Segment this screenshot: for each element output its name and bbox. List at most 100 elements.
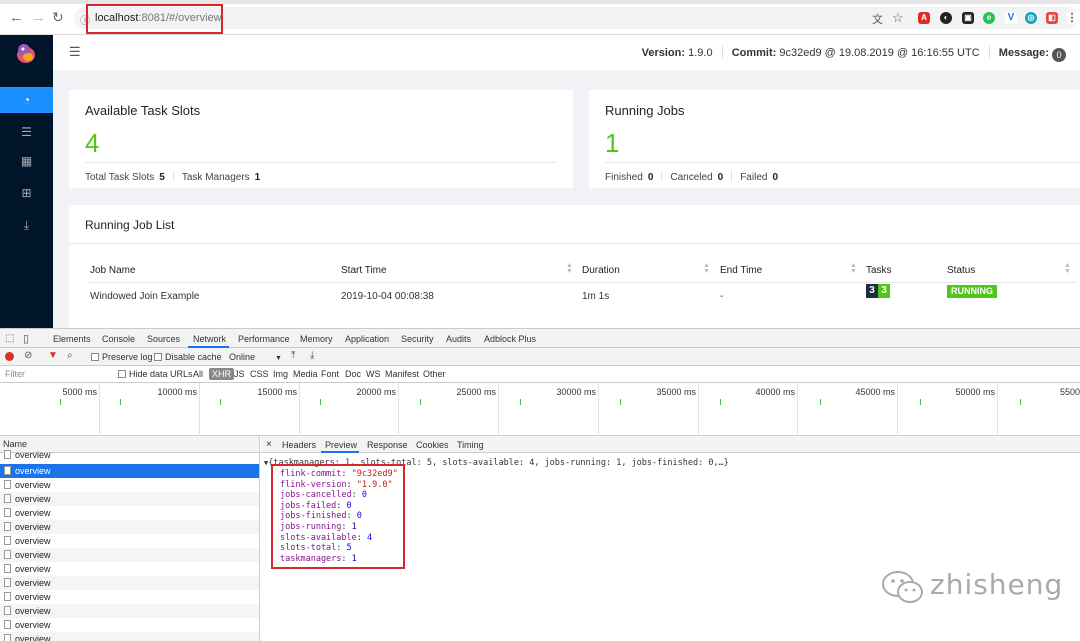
- tab-elements[interactable]: Elements: [53, 334, 91, 344]
- message-badge[interactable]: 0: [1052, 48, 1066, 62]
- url-host: localhost: [95, 12, 139, 24]
- extension-icon[interactable]: V: [1005, 12, 1017, 24]
- preserve-log-checkbox[interactable]: Preserve log: [91, 352, 153, 362]
- menu-fold-icon[interactable]: ☰: [69, 44, 81, 60]
- tab-response[interactable]: Response: [367, 440, 408, 450]
- column-header-status[interactable]: Status: [947, 265, 975, 276]
- list-item[interactable]: overview: [0, 576, 259, 590]
- filter-type-media[interactable]: Media: [293, 369, 318, 379]
- url-text[interactable]: localhost:8081/#/overview: [95, 12, 222, 24]
- list-item[interactable]: overview: [0, 534, 259, 548]
- forward-icon[interactable]: →: [31, 10, 46, 25]
- task-count-badge: 3: [866, 284, 878, 298]
- translate-icon[interactable]: 文: [872, 11, 883, 27]
- filter-type-manifest[interactable]: Manifest: [385, 369, 419, 379]
- tab-audits[interactable]: Audits: [446, 334, 471, 344]
- filter-type-ws[interactable]: WS: [366, 369, 381, 379]
- filter-type-all[interactable]: All: [193, 369, 203, 379]
- tab-headers[interactable]: Headers: [282, 440, 316, 450]
- import-har-icon[interactable]: ⤒: [291, 350, 295, 361]
- filter-type-js[interactable]: JS: [234, 369, 245, 379]
- sidebar-item-task-managers[interactable]: ⊞: [0, 180, 53, 206]
- list-item[interactable]: overview: [0, 478, 259, 492]
- tab-preview[interactable]: Preview: [325, 440, 357, 450]
- tab-sources[interactable]: Sources: [147, 334, 180, 344]
- export-har-icon[interactable]: ⤓: [310, 350, 314, 361]
- hide-data-urls-checkbox[interactable]: Hide data URLs: [118, 369, 193, 379]
- filter-type-other[interactable]: Other: [423, 369, 446, 379]
- list-item[interactable]: overview: [0, 520, 259, 534]
- tab-console[interactable]: Console: [102, 334, 135, 344]
- sort-icon[interactable]: ▲ ▼: [703, 262, 710, 275]
- sort-icon[interactable]: ▲ ▼: [850, 262, 857, 275]
- record-icon[interactable]: [5, 352, 14, 361]
- clear-icon[interactable]: ⊘: [24, 350, 32, 361]
- filter-type-font[interactable]: Font: [321, 369, 339, 379]
- extension-icon[interactable]: ◎: [1025, 12, 1037, 24]
- watermark-text: zhisheng: [930, 568, 1064, 601]
- list-item[interactable]: overview: [0, 548, 259, 562]
- extension-icon[interactable]: ◧: [1046, 12, 1058, 24]
- column-header-start-time[interactable]: Start Time: [341, 265, 387, 276]
- running-jobs-value: 1: [605, 128, 620, 158]
- tab-performance[interactable]: Performance: [238, 334, 290, 344]
- filter-icon[interactable]: ▼: [48, 350, 58, 361]
- sort-icon[interactable]: ▲ ▼: [1064, 262, 1071, 275]
- failed-label: Failed: [740, 172, 768, 183]
- menu-icon[interactable]: ⋮: [1066, 12, 1078, 24]
- column-header-duration[interactable]: Duration: [582, 265, 620, 276]
- tab-network[interactable]: Network: [193, 334, 226, 344]
- browser-toolbar: ← → ↻ ⓘ localhost:8081/#/overview 文 ☆ A …: [0, 0, 1080, 35]
- tab-application[interactable]: Application: [345, 334, 389, 344]
- filter-type-xhr[interactable]: XHR: [209, 368, 235, 380]
- dashboard-icon: ◔: [22, 93, 31, 107]
- column-header-name[interactable]: Name: [3, 439, 27, 449]
- extension-icon[interactable]: ◐: [940, 12, 952, 24]
- tab-adblock-plus[interactable]: Adblock Plus: [484, 334, 536, 344]
- evernote-icon[interactable]: e: [983, 12, 995, 24]
- throttle-select[interactable]: Online ▼: [229, 352, 282, 362]
- filter-type-css[interactable]: CSS: [250, 369, 269, 379]
- finished-label: Finished: [605, 172, 643, 183]
- tab-security[interactable]: Security: [401, 334, 434, 344]
- version-label: Version:: [641, 47, 686, 59]
- list-item[interactable]: overview: [0, 604, 259, 618]
- column-header-end-time[interactable]: End Time: [720, 265, 762, 276]
- page-header: ☰ Version: 1.9.0 Commit: 9c32ed9 @ 19.08…: [53, 35, 1080, 70]
- network-timeline-overview[interactable]: 5000 ms 10000 ms 15000 ms 20000 ms 25000…: [0, 383, 1080, 436]
- list-item[interactable]: overview: [0, 562, 259, 576]
- filter-type-img[interactable]: Img: [273, 369, 288, 379]
- running-jobs-card: Running Jobs 1 Finished 0 Canceled 0 Failed 0: [589, 90, 1080, 188]
- devtools-tabbar: ⬚ ▯ Elements Console Sources Network Per…: [0, 329, 1080, 348]
- sort-icon[interactable]: ▲ ▼: [566, 262, 573, 275]
- adblock-icon[interactable]: A: [918, 12, 930, 24]
- list-item[interactable]: overview: [0, 492, 259, 506]
- column-header-job-name[interactable]: Job Name: [90, 265, 136, 276]
- bookmark-star-icon[interactable]: ☆: [892, 10, 904, 26]
- list-item[interactable]: overview: [0, 464, 259, 478]
- disable-cache-checkbox[interactable]: Disable cache: [154, 352, 222, 362]
- back-icon[interactable]: ←: [9, 10, 24, 25]
- timeline-tick-label: 50000 ms: [955, 387, 995, 397]
- tab-cookies[interactable]: Cookies: [416, 440, 449, 450]
- list-item[interactable]: overview: [0, 506, 259, 520]
- sidebar-item-overview[interactable]: ◔: [0, 87, 53, 113]
- sidebar-item-completed[interactable]: ▦: [0, 148, 53, 174]
- column-header-tasks[interactable]: Tasks: [866, 265, 892, 276]
- inspect-icon[interactable]: ⬚: [5, 333, 14, 344]
- list-item[interactable]: overview: [0, 618, 259, 632]
- flink-logo: [17, 44, 35, 63]
- close-icon[interactable]: ×: [266, 439, 272, 450]
- filter-input[interactable]: Filter: [5, 369, 25, 379]
- tab-memory[interactable]: Memory: [300, 334, 333, 344]
- search-icon[interactable]: ⌕: [67, 350, 73, 361]
- extension-icon[interactable]: ▣: [962, 12, 974, 24]
- tab-timing[interactable]: Timing: [457, 440, 484, 450]
- filter-type-doc[interactable]: Doc: [345, 369, 361, 379]
- reload-icon[interactable]: ↻: [52, 10, 64, 25]
- list-item[interactable]: overview: [0, 590, 259, 604]
- sidebar-item-submit[interactable]: ⤓: [0, 212, 53, 238]
- list-item[interactable]: overview: [0, 450, 259, 460]
- sidebar-item-jobs[interactable]: ☰: [0, 119, 53, 145]
- device-toolbar-icon[interactable]: ▯: [23, 332, 29, 345]
